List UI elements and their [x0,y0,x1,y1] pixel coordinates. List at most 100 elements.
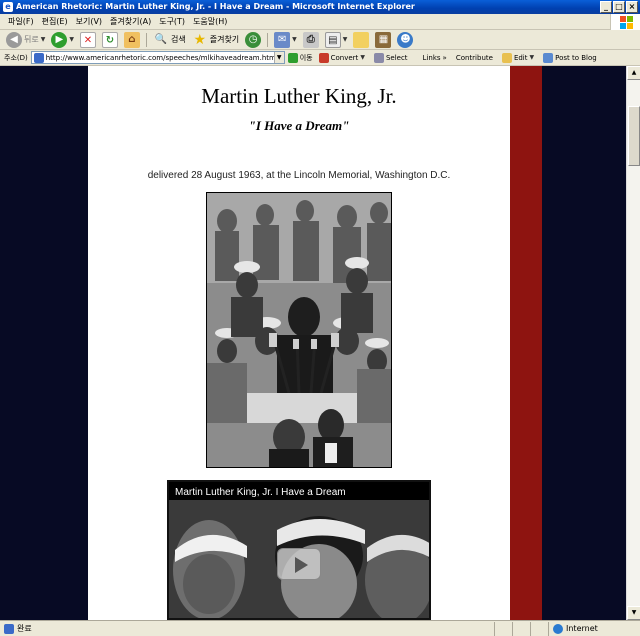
favorites-label: 즐겨찾기 [209,35,240,44]
address-input[interactable]: http://www.americanrhetoric.com/speeches… [30,51,285,64]
standard-toolbar: ◀ 뒤로 ▼ ▶ ▼ ✕ ↻ ⌂ 🔍 검색 ★ 즐겨찾기 ◷ ✉ ▼ ⎙ ▤ ▼… [0,30,640,50]
chevron-down-icon[interactable]: ▼ [360,54,365,61]
home-button[interactable]: ⌂ [122,31,142,49]
speech-title: "I Have a Dream" [248,118,350,133]
convert-button[interactable]: Convert ▼ [316,52,368,63]
toolbar-separator [145,32,147,47]
search-icon: 🔍 [154,33,168,45]
forward-arrow-icon: ▶ [51,31,68,48]
go-arrow-icon [287,52,298,63]
red-stripe-column [510,66,542,620]
speech-photo [206,192,392,468]
chevron-down-icon[interactable]: ▼ [41,36,46,43]
menu-tools[interactable]: 도구(T) [155,16,189,27]
back-arrow-icon: ◀ [6,31,22,48]
folder-icon [353,31,370,48]
chevron-down-icon[interactable]: ▼ [69,36,74,43]
links-label: Links [422,53,441,62]
security-zone: Internet [548,621,640,636]
page-title: Martin Luther King, Jr. [201,84,397,108]
status-cell [494,621,512,636]
address-bar: 주소(D) http://www.americanrhetoric.com/sp… [0,50,640,66]
history-button[interactable]: ◷ [243,31,263,49]
convert-label: Convert [330,53,359,62]
menu-edit[interactable]: 편집(E) [38,16,72,27]
contribute-label: Contribute [455,53,493,62]
menu-view[interactable]: 보기(V) [72,16,106,27]
pencil-icon [501,52,512,63]
contribute-button[interactable]: Contribute [453,54,496,62]
menu-help[interactable]: 도움말(H) [189,16,231,27]
discuss-button[interactable]: ▦ [373,31,393,49]
status-cell [530,621,548,636]
blog-icon [543,52,554,63]
chevron-down-icon[interactable]: ▼ [292,36,297,43]
page-done-icon [4,623,14,634]
chevron-down-icon[interactable]: ▼ [273,52,284,63]
go-label: 이동 [299,53,313,62]
edit-page-button[interactable]: ▤ ▼ [323,31,350,49]
page-body: Martin Luther King, Jr. "I Have a Dream"… [88,66,510,620]
menu-bar: 파일(F) 편집(E) 보기(V) 즐겨찾기(A) 도구(T) 도움말(H) [0,14,640,30]
ie-app-icon: e [3,2,13,12]
back-label: 뒤로 [24,35,39,44]
vertical-scrollbar[interactable]: ▲ ▼ [626,66,640,620]
edit-button[interactable]: Edit ▼ [499,52,537,63]
refresh-icon: ↻ [101,31,118,48]
menu-favorites[interactable]: 즐겨찾기(A) [106,16,155,27]
status-bar: 완료 Internet [0,620,640,636]
search-button[interactable]: 🔍 검색 [151,31,188,49]
close-button[interactable]: × [626,1,638,13]
mail-icon: ✉ [274,31,291,48]
scroll-thumb[interactable] [628,106,640,166]
chevron-down-icon[interactable]: ▼ [343,36,348,43]
go-button[interactable]: 이동 [287,52,313,63]
back-button[interactable]: ◀ 뒤로 ▼ [4,31,47,49]
post-label: Post to Blog [555,53,597,62]
page-icon [33,52,44,63]
mail-button[interactable]: ✉ ▼ [272,31,299,49]
page-viewport: Martin Luther King, Jr. "I Have a Dream"… [0,66,626,620]
play-button[interactable] [277,548,321,580]
photo-illustration [207,193,391,467]
search-label: 검색 [170,35,186,44]
address-url: http://www.americanrhetoric.com/speeches… [45,53,276,62]
delivered-line: delivered 28 August 1963, at the Lincoln… [147,170,451,181]
menu-file[interactable]: 파일(F) [4,16,38,27]
status-cell [512,621,530,636]
star-icon: ★ [193,31,206,48]
folder-button[interactable] [351,31,371,49]
chevron-right-icon: » [442,53,447,62]
right-border-column [542,66,626,620]
address-label: 주소(D) [4,53,28,62]
messenger-icon: ☻ [397,31,414,48]
maximize-button[interactable]: □ [613,1,625,13]
status-text: 완료 [17,624,32,633]
minimize-button[interactable]: _ [600,1,612,13]
chevron-down-icon[interactable]: ▼ [530,54,535,61]
stop-button[interactable]: ✕ [78,31,98,49]
refresh-button[interactable]: ↻ [100,31,120,49]
windows-logo-icon [610,14,640,30]
window-title: American Rhetoric: Martin Luther King, J… [16,2,415,11]
zone-label: Internet [566,624,598,633]
scroll-down-button[interactable]: ▼ [627,606,640,620]
forward-button[interactable]: ▶ ▼ [49,31,76,49]
edit-label: Edit [513,53,528,62]
pdf-icon [318,52,329,63]
select-label: Select [385,53,408,62]
select-button[interactable]: Select [371,52,411,63]
links-button[interactable]: Links » [420,54,450,62]
history-icon: ◷ [245,31,262,48]
stop-icon: ✕ [79,31,96,48]
discuss-icon: ▦ [375,31,392,48]
favorites-button[interactable]: ★ 즐겨찾기 [190,31,241,49]
home-icon: ⌂ [123,31,140,48]
post-to-blog-button[interactable]: Post to Blog [540,52,600,63]
video-player[interactable]: Martin Luther King, Jr. I Have a Dream [167,480,431,620]
left-border-column [0,66,88,620]
toolbar-separator [267,32,269,47]
scroll-up-button[interactable]: ▲ [627,66,640,80]
messenger-button[interactable]: ☻ [395,31,415,49]
print-button[interactable]: ⎙ [301,31,321,49]
